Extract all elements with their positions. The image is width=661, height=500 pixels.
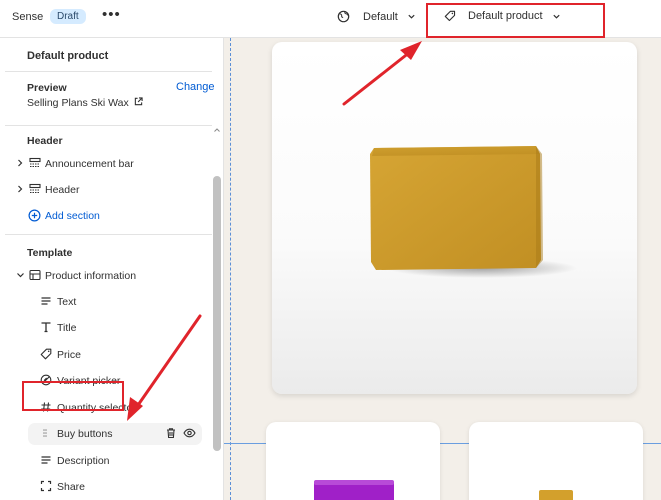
store-name: Sense <box>12 11 44 23</box>
block-description[interactable]: Description <box>0 450 210 472</box>
trash-icon[interactable] <box>165 427 177 442</box>
preview-product-name: Selling Plans Ski Wax <box>27 97 129 109</box>
block-label: Text <box>57 296 77 308</box>
change-preview-link[interactable]: Change <box>176 81 215 93</box>
block-label: Price <box>57 349 81 361</box>
chevron-right-icon[interactable] <box>16 184 24 197</box>
chevron-right-icon[interactable] <box>16 158 24 171</box>
drag-handle-icon[interactable] <box>42 428 55 441</box>
buy-buttons-highlight-box <box>22 381 124 411</box>
preview-label: Preview <box>27 82 67 94</box>
variant-image <box>314 480 394 500</box>
variant-card[interactable] <box>469 422 643 500</box>
product-image-card[interactable] <box>272 42 637 394</box>
block-share[interactable]: Share <box>0 476 210 498</box>
block-text[interactable]: Text <box>0 291 210 313</box>
section-product-information[interactable]: Product information <box>0 265 210 287</box>
layout-section-icon <box>29 183 42 196</box>
external-link-icon <box>134 97 143 109</box>
plus-circle-icon <box>28 209 41 222</box>
sidebar-title: Default product <box>27 50 109 62</box>
block-label: Buy buttons <box>57 428 113 440</box>
header-section-title: Header <box>27 135 63 147</box>
section-header[interactable]: Header <box>0 179 210 201</box>
chevron-down-icon[interactable] <box>16 270 25 283</box>
theme-selector-label: Default <box>363 10 398 23</box>
template-section-title: Template <box>27 247 73 259</box>
divider <box>5 234 212 235</box>
preview-canvas <box>224 38 661 500</box>
more-actions-button[interactable]: ••• <box>102 6 121 23</box>
sidebar-scrollbar-thumb[interactable] <box>213 176 221 451</box>
section-label: Announcement bar <box>45 158 134 170</box>
product-image <box>370 146 577 278</box>
theme-selector[interactable]: Default <box>337 10 416 23</box>
add-section-button[interactable]: Add section <box>0 205 210 227</box>
preview-product[interactable]: Selling Plans Ski Wax <box>27 97 143 109</box>
scroll-up-arrow-icon[interactable] <box>213 125 221 133</box>
guide-line-vertical <box>230 38 231 500</box>
block-label: Share <box>57 481 86 493</box>
divider <box>5 125 212 126</box>
sidebar: Default product Preview Change Selling P… <box>0 38 224 500</box>
chevron-down-icon <box>407 12 416 21</box>
product-section-icon <box>29 269 42 282</box>
share-frame-icon <box>40 480 53 493</box>
variant-card[interactable] <box>266 422 440 500</box>
divider <box>5 71 212 72</box>
section-announcement-bar[interactable]: Announcement bar <box>0 153 210 175</box>
eye-icon[interactable] <box>183 427 196 442</box>
title-t-icon <box>40 321 53 334</box>
status-badge: Draft <box>50 9 86 24</box>
section-label: Header <box>45 184 80 196</box>
block-label: Title <box>57 322 77 334</box>
block-buy-buttons[interactable]: Buy buttons <box>28 423 202 445</box>
block-title[interactable]: Title <box>0 317 210 339</box>
add-section-label: Add section <box>45 210 100 222</box>
variant-image <box>539 490 573 500</box>
price-tag-icon <box>40 348 53 361</box>
text-lines-icon <box>40 454 53 467</box>
block-label: Description <box>57 455 110 467</box>
text-lines-icon <box>40 295 53 308</box>
globe-icon <box>337 10 350 23</box>
block-price[interactable]: Price <box>0 344 210 366</box>
section-label: Product information <box>45 270 137 282</box>
template-selector-highlight-box <box>426 3 605 38</box>
layout-section-icon <box>29 157 42 170</box>
